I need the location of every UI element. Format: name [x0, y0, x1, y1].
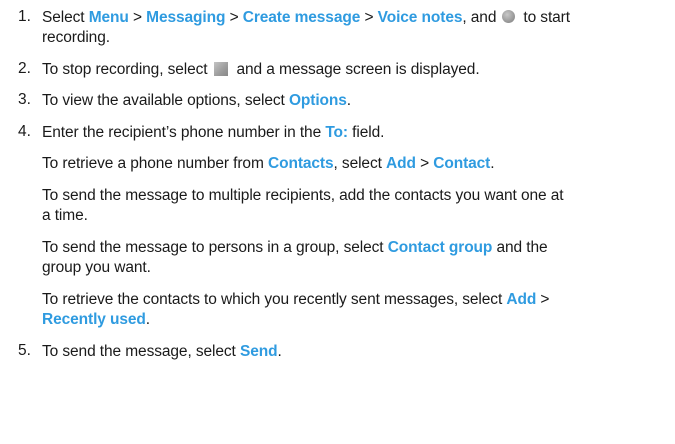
- path-separator: >: [360, 9, 378, 26]
- record-icon: [502, 10, 516, 23]
- add-label: Add: [386, 155, 416, 172]
- step-4-text: Enter the recipient’s phone number in th…: [42, 124, 326, 141]
- contact-label: Contact: [433, 155, 491, 172]
- paragraph-text: .: [490, 155, 495, 172]
- step-number-5: 5.: [18, 342, 31, 359]
- step-4-paragraph-multiple-line-1: To send the message to multiple recipien…: [42, 187, 564, 204]
- step-1-text: , and: [462, 9, 497, 26]
- step-number-2: 2.: [18, 60, 31, 77]
- path-separator: >: [225, 9, 243, 26]
- contacts-label: Contacts: [267, 155, 334, 172]
- paragraph-text: To send the message to persons in a grou…: [42, 239, 388, 256]
- paragraph-text: To retrieve the contacts to which you re…: [42, 291, 507, 308]
- step-4-paragraph-group-line-1: To send the message to persons in a grou…: [42, 238, 548, 258]
- options-label: Options: [288, 92, 347, 109]
- step-5-text: .: [277, 343, 282, 360]
- recently-used-label: Recently used: [42, 311, 146, 328]
- menu-label: Menu: [88, 9, 129, 26]
- step-3-text: To view the available options, select: [42, 92, 289, 109]
- add-label: Add: [506, 291, 537, 308]
- step-4-paragraph-multiple-line-2: a time.: [42, 207, 88, 224]
- step-number-4: 4.: [18, 123, 31, 140]
- messaging-label: Messaging: [146, 9, 226, 26]
- to-field-label: To:: [325, 124, 348, 141]
- step-1-line-2: recording.: [42, 29, 110, 46]
- step-3-text: .: [346, 92, 352, 109]
- path-separator: >: [415, 155, 434, 172]
- step-number-1: 1.: [18, 8, 31, 25]
- paragraph-text: .: [145, 311, 151, 328]
- instruction-steps: 1. Select Menu > Messaging > Create mess…: [0, 0, 675, 444]
- send-label: Send: [239, 343, 278, 360]
- step-5-text: To send the message, select: [42, 343, 240, 360]
- step-2-text: and a message screen is displayed.: [236, 61, 480, 78]
- paragraph-text: To retrieve a phone number from: [42, 155, 268, 172]
- step-2-text: To stop recording, select: [42, 61, 208, 78]
- step-1-text: to start: [523, 9, 570, 26]
- step-1-text: Select: [42, 9, 89, 26]
- path-separator: >: [536, 291, 550, 308]
- step-4-paragraph-group-line-2: group you want.: [42, 259, 151, 276]
- step-5-line: To send the message, select Send.: [42, 342, 282, 362]
- paragraph-text: , select: [333, 155, 387, 172]
- step-4-paragraph-recent-line-2: Recently used.: [42, 310, 150, 330]
- step-4-paragraph-contacts: To retrieve a phone number from Contacts…: [42, 154, 495, 174]
- step-4-paragraph-recent-line-1: To retrieve the contacts to which you re…: [42, 290, 549, 310]
- paragraph-text: and the: [492, 239, 548, 256]
- contact-group-label: Contact group: [387, 239, 493, 256]
- create-message-label: Create message: [242, 9, 361, 26]
- step-number-3: 3.: [18, 91, 31, 108]
- voice-notes-label: Voice notes: [377, 9, 463, 26]
- step-4-text: field.: [347, 124, 385, 141]
- step-4-line: Enter the recipient’s phone number in th…: [42, 123, 384, 143]
- stop-icon: [213, 62, 228, 76]
- step-3-line: To view the available options, select Op…: [42, 91, 351, 111]
- step-1-line-1: Select Menu > Messaging > Create message…: [42, 8, 570, 28]
- path-separator: >: [128, 9, 147, 26]
- step-2-line: To stop recording, select and a message s…: [42, 60, 480, 80]
